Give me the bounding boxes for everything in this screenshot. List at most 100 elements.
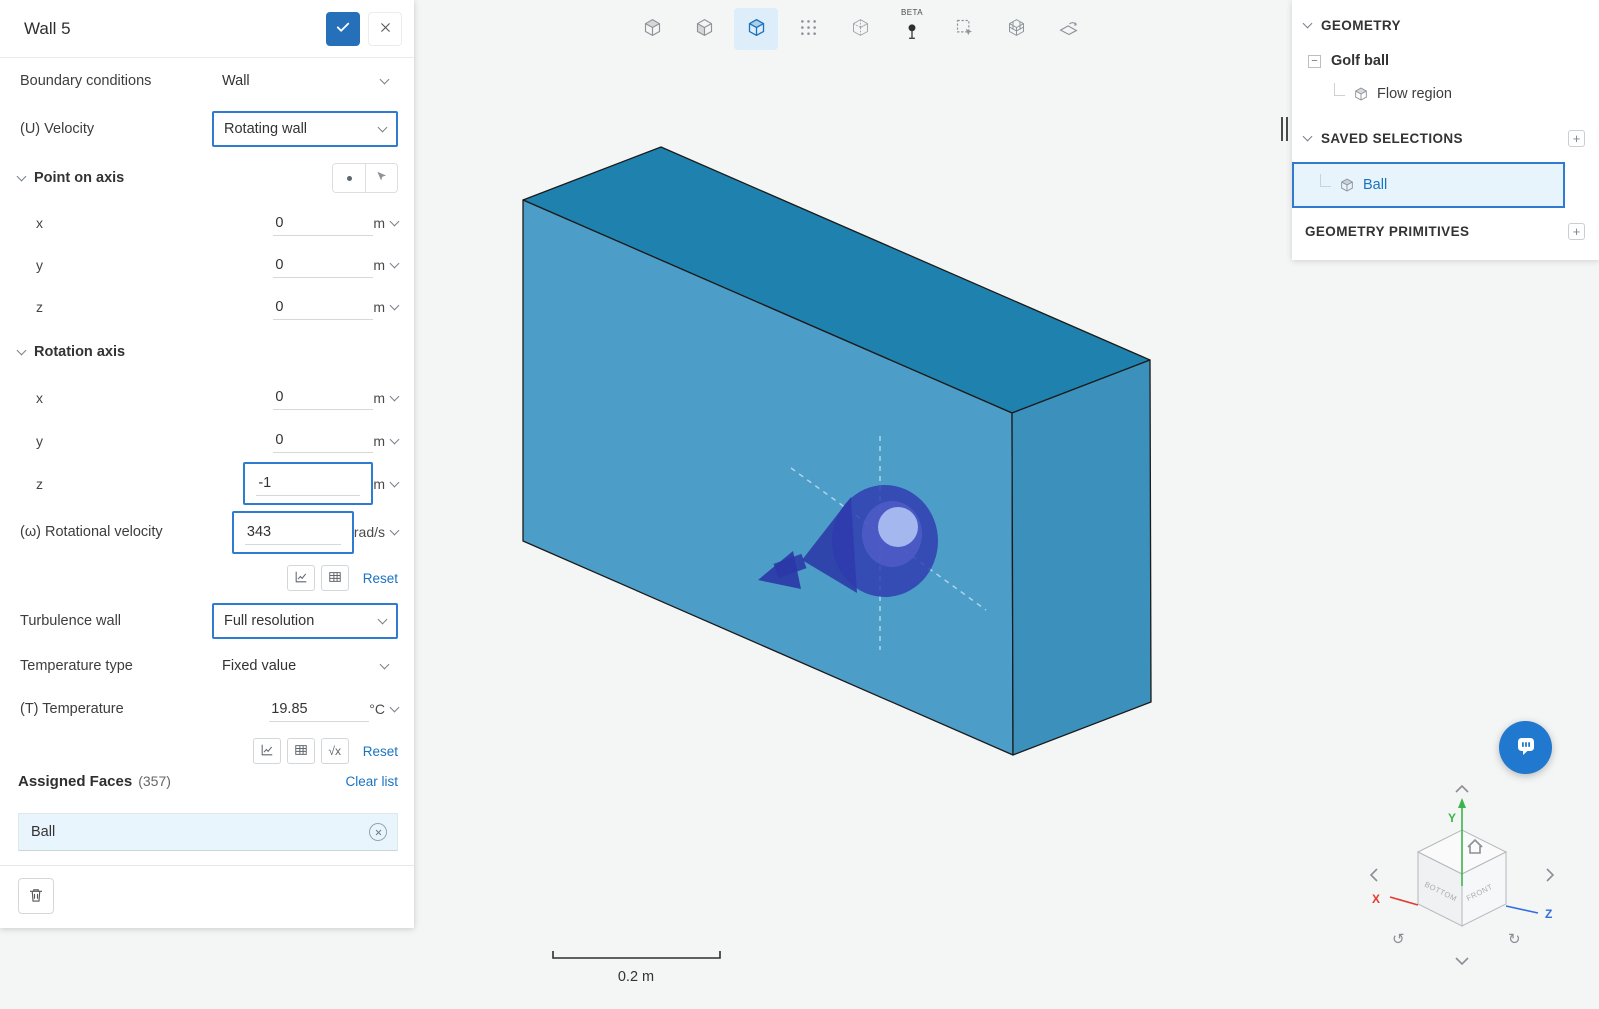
z-axis-label: Z [1545,907,1552,921]
reset-rotational-velocity-link[interactable]: Reset [363,571,398,586]
tree-elbow [1320,174,1331,187]
saved-selection-label: Ball [1363,177,1387,193]
geometry-primitives-header: GEOMETRY PRIMITIVES [1305,224,1469,239]
saved-selections-header-row[interactable]: SAVED SELECTIONS + [1292,116,1599,160]
scene-tree-panel: GEOMETRY − Golf ball Flow region SAVED S… [1292,0,1599,260]
point-on-axis-section[interactable]: Point on axis [0,154,414,202]
geometry-header-row[interactable]: GEOMETRY [1292,6,1599,44]
x-axis-label: X [1372,892,1380,906]
table-input-button[interactable] [287,738,315,764]
add-saved-selection-button[interactable]: + [1568,130,1585,147]
boundary-conditions-select[interactable]: Wall [212,65,398,97]
manual-point-button[interactable] [333,164,365,192]
orbit-down-chevron[interactable] [1456,958,1468,964]
solid-cube-icon [1339,177,1355,193]
reset-temperature-link[interactable]: Reset [363,744,398,759]
unit-select[interactable]: °C [369,701,398,717]
box-select-icon [954,17,975,41]
rotate-cw-icon[interactable]: ↻ [1508,931,1521,948]
velocity-type-select[interactable]: Rotating wall [212,111,398,147]
unit-select[interactable]: m [373,299,398,315]
section-plane-icon [1058,17,1079,41]
chart-icon [294,570,308,587]
formula-input-button[interactable]: √x [321,738,349,764]
geometry-cube-icon [746,17,767,41]
boundary-conditions-value: Wall [222,73,250,89]
unit-select[interactable]: m [373,433,398,449]
rotate-ccw-icon[interactable]: ↺ [1392,931,1405,948]
panel-title: Wall 5 [24,19,326,39]
table-input-button[interactable] [321,565,349,591]
unit-label: m [373,215,385,231]
chart-input-button[interactable] [253,738,281,764]
show-geometry-button[interactable] [734,8,778,50]
chevron-down-icon [378,615,388,625]
orbit-up-chevron[interactable] [1456,786,1468,792]
unit-select[interactable]: m [373,390,398,406]
unit-select[interactable]: m [373,476,398,492]
chat-icon [1514,734,1538,761]
golf-ball-sphere [878,507,918,547]
unit-select[interactable]: m [373,215,398,231]
tree-item-golf-ball[interactable]: − Golf ball [1292,44,1599,78]
y-axis-label: Y [1448,811,1456,825]
dot-icon [347,176,352,181]
viewport-toolbar: BETA [630,8,1090,50]
chevron-down-icon [378,123,388,133]
view-cube[interactable]: BOTTOM FRONT Y X Z ↺ ↻ [1371,786,1553,964]
turbulence-wall-select[interactable]: Full resolution [212,603,398,639]
chart-input-button[interactable] [287,565,315,591]
transparent-surfaces-button[interactable] [838,8,882,50]
tree-item-flow-region[interactable]: Flow region [1292,78,1599,110]
box-right-face[interactable] [1012,360,1151,755]
table-icon [328,570,342,587]
tree-elbow [1334,83,1345,96]
pick-point-button[interactable] [365,164,397,192]
remove-face-button[interactable] [369,823,387,841]
boundary-conditions-label: Boundary conditions [20,73,212,89]
unit-select[interactable]: rad/s [354,524,398,540]
vertices-icon [798,17,819,41]
unit-select[interactable]: m [373,257,398,273]
box-selection-button[interactable] [942,8,986,50]
toggle-volumes-button[interactable] [682,8,726,50]
probe-point-button[interactable]: BETA [890,8,934,50]
panel-header: Wall 5 [0,0,414,58]
scale-label: 0.2 m [618,969,654,985]
add-primitive-button[interactable]: + [1568,223,1585,240]
geometry-primitives-header-row[interactable]: GEOMETRY PRIMITIVES + [1292,212,1599,250]
point-x-input[interactable] [273,211,373,236]
apply-button[interactable] [326,12,360,46]
mesh-cube-icon [1006,17,1027,41]
assigned-face-chip[interactable]: Ball [18,813,398,851]
collapse-minus-icon[interactable]: − [1308,55,1321,68]
delete-boundary-button[interactable] [18,878,54,914]
temperature-type-select[interactable]: Fixed value [212,650,398,682]
close-button[interactable] [368,12,402,46]
point-y-input[interactable] [273,253,373,278]
toggle-surfaces-button[interactable] [630,8,674,50]
geometry-header: GEOMETRY [1321,18,1401,33]
rotation-axis-section[interactable]: Rotation axis [0,328,414,376]
panel-resize-handle[interactable] [1281,117,1288,141]
rotation-z-input[interactable] [256,471,360,496]
support-chat-button[interactable] [1499,721,1552,774]
trash-icon [27,886,45,907]
section-plane-button[interactable] [1046,8,1090,50]
coord-axis-label: y [36,257,62,273]
saved-selection-ball[interactable]: Ball [1292,162,1565,208]
rotation-y-input[interactable] [273,428,373,453]
clear-list-link[interactable]: Clear list [345,774,398,789]
rotational-velocity-input[interactable] [245,520,341,545]
show-vertices-button[interactable] [786,8,830,50]
show-mesh-button[interactable] [994,8,1038,50]
boundary-condition-panel: Wall 5 Boundary conditions Wall (U) Velo… [0,0,414,928]
rotation-x-input[interactable] [273,385,373,410]
orbit-left-chevron[interactable] [1371,869,1377,881]
point-on-axis-title: Point on axis [34,170,124,186]
temperature-input[interactable] [269,697,369,722]
flow-region-geometry[interactable] [523,147,1151,755]
velocity-type-value: Rotating wall [224,121,307,137]
point-z-input[interactable] [273,295,373,320]
orbit-right-chevron[interactable] [1547,869,1553,881]
